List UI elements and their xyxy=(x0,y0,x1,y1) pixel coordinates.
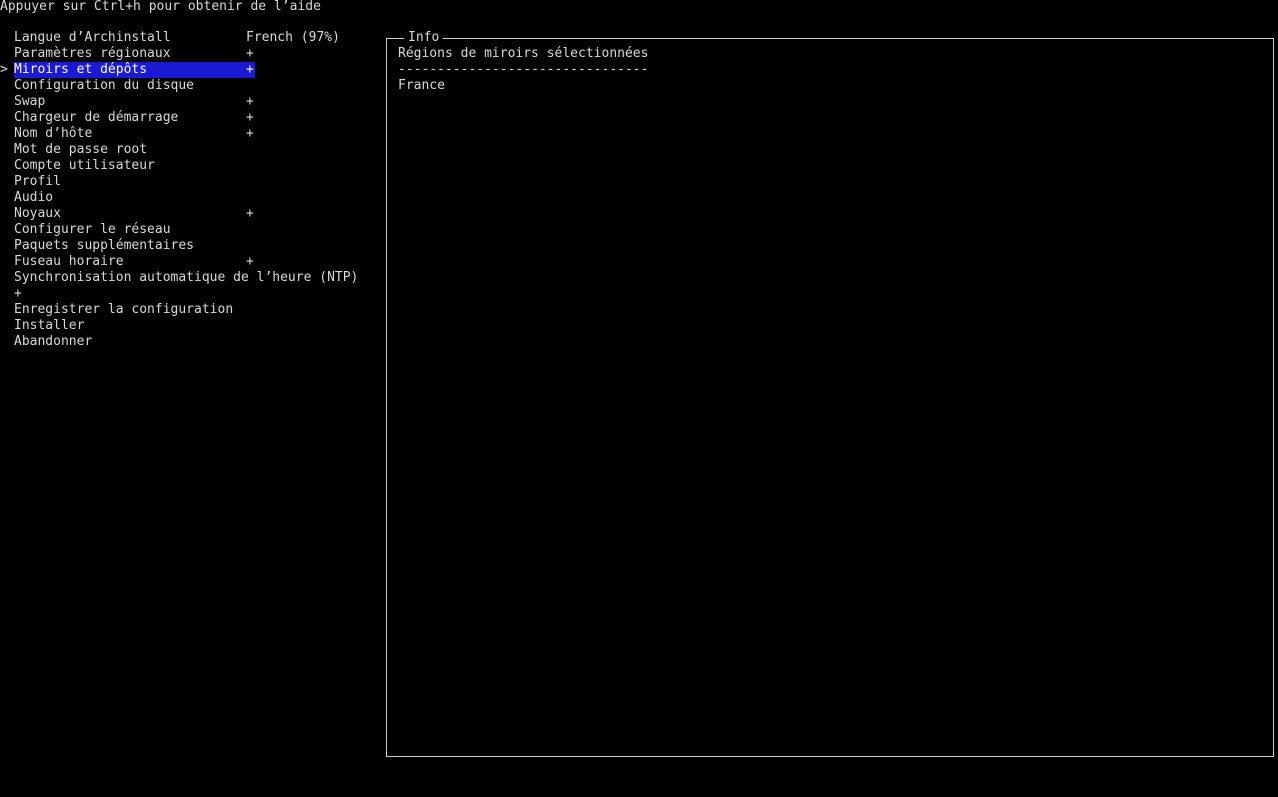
menu-item-ntp[interactable]: Synchronisation automatique de l’heure (… xyxy=(0,270,380,286)
menu-item-disk-config[interactable]: Configuration du disque xyxy=(0,78,380,94)
info-panel xyxy=(386,38,1274,757)
menu-item-label: Compte utilisateur xyxy=(14,158,155,173)
ntp-enabled-indicator: + xyxy=(14,286,22,301)
menu-item-user-account[interactable]: Compte utilisateur xyxy=(0,158,380,174)
menu-item-label: Profil xyxy=(14,174,61,189)
menu-item-bootloader[interactable]: Chargeur de démarrage + xyxy=(0,110,380,126)
menu-item-label: Nom d’hôte xyxy=(14,126,93,141)
menu-item-mirrors[interactable]: > Miroirs et dépôts + xyxy=(0,62,380,78)
menu-item-label: Fuseau horaire xyxy=(14,254,124,269)
menu-item-value: + xyxy=(246,126,254,141)
menu-item-label: Configuration du disque xyxy=(14,78,195,93)
menu-item-value: + xyxy=(246,206,254,221)
menu-item-root-password[interactable]: Mot de passe root xyxy=(0,142,380,158)
menu-item-save-config[interactable]: Enregistrer la configuration xyxy=(0,302,380,318)
menu-item-value: + xyxy=(246,254,254,269)
main-menu: Langue d’Archinstall French (97%) Paramè… xyxy=(0,30,380,350)
menu-item-label: Langue d’Archinstall xyxy=(14,30,171,45)
menu-item-label: Synchronisation automatique de l’heure (… xyxy=(14,270,359,285)
menu-item-language[interactable]: Langue d’Archinstall French (97%) xyxy=(0,30,380,46)
info-separator: -------------------------------- xyxy=(398,62,649,77)
menu-item-label: Chargeur de démarrage xyxy=(14,110,179,125)
info-heading: Régions de miroirs sélectionnées xyxy=(398,46,649,61)
menu-item-label: Audio xyxy=(14,190,54,205)
menu-item-value: + xyxy=(246,46,254,61)
menu-item-label: Swap xyxy=(14,94,46,109)
menu-item-label: Mot de passe root xyxy=(14,142,148,157)
menu-item-install[interactable]: Installer xyxy=(0,318,380,334)
menu-item-value: French (97%) xyxy=(246,30,340,45)
menu-item-label: Abandonner xyxy=(14,334,93,349)
menu-item-label: Enregistrer la configuration xyxy=(14,302,234,317)
menu-item-value: + xyxy=(246,110,254,125)
menu-item-timezone[interactable]: Fuseau horaire + xyxy=(0,254,380,270)
menu-item-audio[interactable]: Audio xyxy=(0,190,380,206)
menu-item-label: Paquets supplémentaires xyxy=(14,238,195,253)
menu-item-network[interactable]: Configurer le réseau xyxy=(0,222,380,238)
menu-item-swap[interactable]: Swap + xyxy=(0,94,380,110)
selection-pointer: > xyxy=(0,62,8,77)
menu-item-hostname[interactable]: Nom d’hôte + xyxy=(0,126,380,142)
help-hint: Appuyer sur Ctrl+h pour obtenir de l’aid… xyxy=(0,0,321,14)
menu-item-additional-packages[interactable]: Paquets supplémentaires xyxy=(0,238,380,254)
menu-item-label: Installer xyxy=(14,318,85,333)
menu-item-profile[interactable]: Profil xyxy=(0,174,380,190)
menu-item-kernels[interactable]: Noyaux + xyxy=(0,206,380,222)
menu-item-value: + xyxy=(246,62,254,77)
menu-item-value: + xyxy=(246,94,254,109)
menu-item-label: Configurer le réseau xyxy=(14,222,171,237)
menu-item-label: Paramètres régionaux xyxy=(14,46,171,61)
menu-item-label: Noyaux xyxy=(14,206,61,221)
info-region-item: France xyxy=(398,78,445,93)
menu-item-label: Miroirs et dépôts xyxy=(14,62,148,77)
menu-item-abort[interactable]: Abandonner xyxy=(0,334,380,350)
menu-item-locales[interactable]: Paramètres régionaux + xyxy=(0,46,380,62)
menu-item-ntp-value: + xyxy=(0,286,380,302)
info-panel-title: Info xyxy=(404,30,444,46)
